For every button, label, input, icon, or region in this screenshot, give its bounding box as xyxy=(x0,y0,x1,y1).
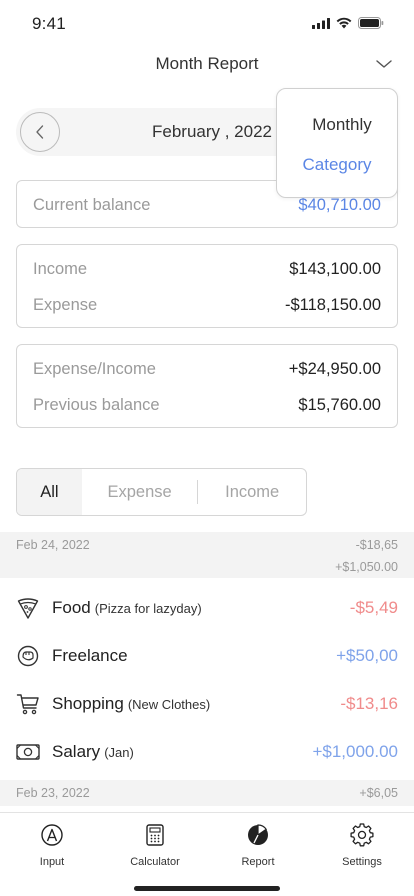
transaction-amount: +$1,000.00 xyxy=(312,742,398,761)
day-header: Feb 24, 2022 -$18,65 +$1,050.00 xyxy=(0,532,414,578)
expense-income-label: Expense/Income xyxy=(33,359,156,378)
report-type-dropdown: Monthly Category xyxy=(276,88,398,198)
day-income-total: +$1,050.00 xyxy=(335,560,398,574)
report-pie-icon xyxy=(248,824,268,845)
ratio-card: Expense/Income +$24,950.00 Previous bala… xyxy=(16,344,398,428)
day-expense-total: -$18,65 xyxy=(355,538,398,552)
pizza-icon xyxy=(17,598,39,619)
tab-label: Input xyxy=(39,856,65,868)
status-icons xyxy=(312,17,384,29)
tab-expense[interactable]: Expense xyxy=(82,469,198,515)
current-balance-label: Current balance xyxy=(33,195,151,214)
calculator-icon xyxy=(146,824,164,846)
signal-icon xyxy=(312,17,330,29)
gear-icon xyxy=(350,823,374,847)
tab-settings[interactable]: Settings xyxy=(322,823,402,868)
transaction-name: Freelance xyxy=(52,646,128,666)
battery-icon xyxy=(358,17,384,29)
transaction-note: (Jan) xyxy=(104,745,134,760)
income-value: $143,100.00 xyxy=(289,259,381,278)
transaction-category: Shopping xyxy=(52,694,124,713)
cash-icon xyxy=(16,744,40,760)
status-bar: 9:41 xyxy=(0,0,414,48)
transaction-category: Freelance xyxy=(52,646,128,665)
day-total: +$6,05 xyxy=(359,786,398,800)
previous-balance-value: $15,760.00 xyxy=(298,395,381,414)
bottom-tab-bar: Input Calculator Report Settings xyxy=(0,812,414,896)
tab-all[interactable]: All xyxy=(17,469,82,515)
dropdown-option-monthly[interactable]: Monthly xyxy=(277,115,397,135)
chevron-down-icon[interactable] xyxy=(374,56,394,72)
status-time: 9:41 xyxy=(32,14,66,33)
dropdown-option-category[interactable]: Category xyxy=(277,155,397,175)
transaction-amount: -$13,16 xyxy=(340,694,398,713)
transaction-row[interactable]: Shopping (New Clothes) -$13,16 xyxy=(0,680,414,728)
transaction-note: (New Clothes) xyxy=(127,697,211,712)
day-date: Feb 23, 2022 xyxy=(16,786,90,800)
filter-tabs: All Expense Income xyxy=(16,468,307,516)
header: Month Report xyxy=(0,48,414,82)
income-row: Income $143,100.00 xyxy=(17,251,397,287)
tab-input[interactable]: Input xyxy=(12,823,92,868)
previous-balance-label: Previous balance xyxy=(33,395,160,414)
transaction-row[interactable]: Salary (Jan) +$1,000.00 xyxy=(0,728,414,776)
expense-value: -$118,150.00 xyxy=(284,295,381,314)
transaction-name: Salary (Jan) xyxy=(52,742,134,762)
tab-income[interactable]: Income xyxy=(198,469,306,515)
input-icon xyxy=(41,824,63,846)
expense-income-value: +$24,950.00 xyxy=(288,359,381,378)
expense-income-row: Expense/Income +$24,950.00 xyxy=(17,351,397,387)
income-expense-card: Income $143,100.00 Expense -$118,150.00 xyxy=(16,244,398,328)
tab-label: Calculator xyxy=(130,856,180,868)
income-label: Income xyxy=(33,259,88,278)
page-title[interactable]: Month Report xyxy=(0,54,414,74)
tab-calculator[interactable]: Calculator xyxy=(115,823,195,868)
transaction-category: Food xyxy=(52,598,91,617)
freelance-icon xyxy=(17,645,39,667)
expense-label: Expense xyxy=(33,295,98,314)
transaction-name: Shopping (New Clothes) xyxy=(52,694,210,714)
wifi-icon xyxy=(336,17,352,29)
tab-report[interactable]: Report xyxy=(218,823,298,868)
day-header: Feb 23, 2022 +$6,05 xyxy=(0,780,414,806)
transaction-row[interactable]: Food (Pizza for lazyday) -$5,49 xyxy=(0,584,414,632)
previous-balance-row: Previous balance $15,760.00 xyxy=(17,387,397,423)
transaction-name: Food (Pizza for lazyday) xyxy=(52,598,202,618)
transaction-note: (Pizza for lazyday) xyxy=(94,601,202,616)
home-indicator xyxy=(134,886,280,891)
transaction-category: Salary xyxy=(52,742,101,761)
transaction-amount: -$5,49 xyxy=(349,598,398,617)
tab-label: Settings xyxy=(342,856,382,868)
cart-icon xyxy=(16,694,39,715)
tab-label: Report xyxy=(241,856,275,868)
expense-row: Expense -$118,150.00 xyxy=(17,287,397,323)
current-balance-value: $40,710.00 xyxy=(298,195,381,214)
day-date: Feb 24, 2022 xyxy=(16,538,90,552)
transaction-row[interactable]: Freelance +$50,00 xyxy=(0,632,414,680)
transaction-amount: +$50,00 xyxy=(336,646,398,665)
